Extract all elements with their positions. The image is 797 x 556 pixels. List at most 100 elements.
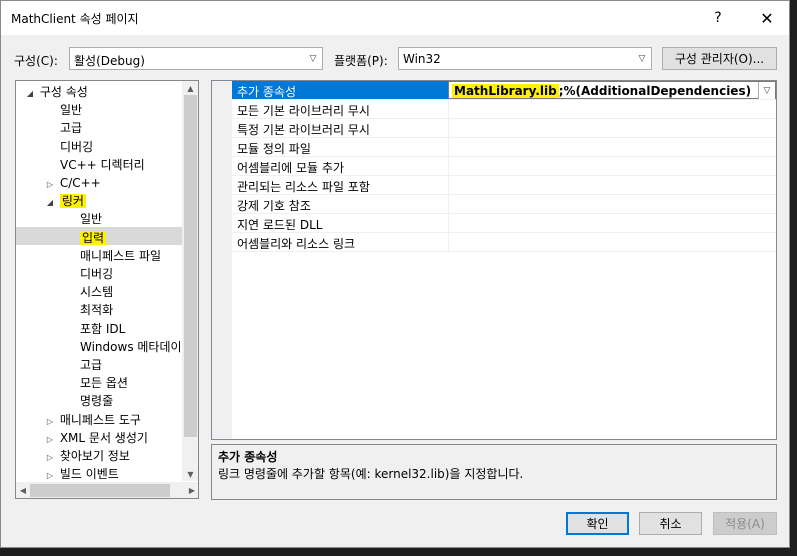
tree-item[interactable]: 모든 옵션 [80, 374, 128, 392]
property-value-cell[interactable] [448, 214, 776, 232]
expanded-arrow-icon[interactable]: ◢ [44, 194, 56, 212]
property-value[interactable]: MathLibrary.lib ;%(AdditionalDependencies… [452, 84, 751, 98]
tree-item[interactable]: 포함 IDL [80, 320, 125, 338]
property-row[interactable]: 지연 로드된 DLL [232, 214, 776, 233]
property-name: 강제 기호 참조 [237, 199, 311, 213]
tree-item-label: XML 문서 생성기 [59, 430, 148, 445]
tree-item[interactable]: 고급 [60, 119, 82, 137]
property-name: 특정 기본 라이브러리 무시 [237, 123, 370, 137]
tree-item[interactable]: 디버깅 [60, 138, 93, 156]
title-bar: MathClient 속성 페이지 ? ✕ [1, 1, 789, 35]
property-grid: 추가 종속성 MathLibrary.lib ;%(AdditionalDepend… [211, 80, 777, 440]
property-value-cell[interactable]: MathLibrary.lib ;%(AdditionalDependencies… [448, 81, 776, 99]
scroll-left-icon[interactable]: ◀ [16, 482, 30, 498]
tree-item-label: 매니페스트 파일 [80, 248, 162, 263]
property-row[interactable]: 강제 기호 참조 [232, 195, 776, 214]
tree-item-label: 디버깅 [60, 139, 94, 154]
property-value-cell[interactable] [448, 138, 776, 156]
config-label: 구성(C): [14, 54, 58, 68]
tree-item-label: 시스템 [80, 285, 114, 300]
tree-item-label: 일반 [60, 103, 83, 118]
tree-item[interactable]: 디버깅 [80, 265, 113, 283]
tree-item[interactable]: ▷ C/C++ [44, 174, 101, 192]
property-value-cell[interactable] [448, 233, 776, 251]
chevron-down-icon[interactable]: ▽ [758, 82, 775, 99]
config-dropdown[interactable]: 활성(Debug) ▽ [69, 47, 323, 70]
grid-gutter [212, 81, 232, 439]
highlighted-value: MathLibrary.lib [452, 84, 559, 98]
config-manager-button[interactable]: 구성 관리자(O)... [662, 47, 777, 70]
tree-item[interactable]: 일반 [80, 210, 102, 228]
scroll-up-icon[interactable]: ▲ [182, 81, 198, 95]
property-row[interactable]: 모듈 정의 파일 [232, 138, 776, 157]
tree-item-label: 링커 [59, 194, 86, 209]
tree-item[interactable]: ▷ 빌드 이벤트 [44, 465, 119, 483]
expanded-arrow-icon[interactable]: ◢ [24, 85, 36, 103]
property-name: 추가 종속성 [237, 85, 297, 99]
tree-item[interactable]: ▷ 매니페스트 도구 [44, 411, 141, 429]
tree-item-label: 구성 속성 [39, 85, 88, 99]
property-row[interactable]: 추가 종속성 MathLibrary.lib ;%(AdditionalDepend… [232, 81, 776, 100]
tree-item[interactable]: ◢ 링커 [44, 192, 86, 210]
tree-item[interactable]: Windows 메타데이 [80, 338, 182, 356]
property-name: 모듈 정의 파일 [237, 142, 311, 156]
config-value: 활성(Debug) [74, 54, 145, 68]
tree-item[interactable]: 최적화 [80, 301, 113, 319]
config-tree: ◢ 구성 속성 일반 고급 디버깅 VC++ 디렉터리 ▷ C/C++ ◢ 링커 일반 입력 매니… [15, 80, 199, 499]
platform-dropdown[interactable]: Win32 ▽ [398, 47, 652, 70]
tree-item[interactable]: VC++ 디렉터리 [60, 156, 145, 174]
tree-item[interactable]: ▷ XML 문서 생성기 [44, 429, 148, 447]
tree-item-label: 빌드 이벤트 [59, 467, 119, 482]
tree-item-label: 일반 [80, 212, 103, 227]
tree-item-label: 고급 [80, 358, 103, 372]
platform-value: Win32 [403, 52, 441, 66]
tree-item-label: 명령줄 [80, 394, 114, 409]
property-value-cell[interactable] [448, 195, 776, 213]
tree-item[interactable]: ◢ 구성 속성 [24, 83, 88, 101]
ok-button[interactable]: 확인 [566, 512, 629, 535]
tree-item[interactable]: 입력 [80, 229, 107, 247]
property-row[interactable]: 어셈블리와 리소스 링크 [232, 233, 776, 252]
property-name: 모든 기본 라이브러리 무시 [237, 104, 370, 118]
property-value-cell[interactable] [448, 157, 776, 175]
close-button[interactable]: ✕ [745, 1, 789, 35]
property-row[interactable]: 관리되는 리소스 파일 포함 [232, 176, 776, 195]
window-title: MathClient 속성 페이지 [11, 12, 139, 26]
tree-item-label: 입력 [80, 230, 107, 245]
tree-item[interactable]: 시스템 [80, 283, 113, 301]
tree-item[interactable]: 매니페스트 파일 [80, 247, 161, 265]
tree-item-label: Windows 메타데이 [80, 339, 182, 354]
apply-button[interactable]: 적용(A) [713, 512, 777, 535]
help-button[interactable]: ? [696, 1, 740, 35]
scroll-thumb[interactable] [184, 95, 197, 437]
tree-item-label: 모든 옵션 [80, 376, 128, 391]
value-rest: ;%(AdditionalDependencies) [558, 84, 752, 98]
tree-item-label: 디버깅 [80, 267, 114, 281]
tree-item[interactable]: ▷ 찾아보기 정보 [44, 447, 130, 465]
tree-item-label: VC++ 디렉터리 [60, 157, 145, 172]
scroll-down-icon[interactable]: ▼ [182, 467, 198, 481]
tree-item-label: 고급 [60, 121, 83, 136]
property-row[interactable]: 어셈블리에 모듈 추가 [232, 157, 776, 176]
tree-item[interactable]: 고급 [80, 356, 102, 374]
property-row[interactable]: 특정 기본 라이브러리 무시 [232, 119, 776, 138]
property-value-cell[interactable] [448, 100, 776, 118]
tree-item-label: C/C++ [59, 176, 101, 190]
property-name: 어셈블리와 리소스 링크 [237, 237, 356, 251]
tree-item-label: 최적화 [80, 303, 114, 318]
tree-item-label: 포함 IDL [80, 321, 126, 336]
property-value-cell[interactable] [448, 176, 776, 194]
chevron-down-icon: ▽ [638, 53, 646, 64]
tree-vscrollbar[interactable]: ▲ ▼ [182, 81, 198, 481]
cancel-button[interactable]: 취소 [639, 512, 702, 535]
tree-item[interactable]: 명령줄 [80, 392, 113, 410]
property-row[interactable]: 모든 기본 라이브러리 무시 [232, 100, 776, 119]
property-value-cell[interactable] [448, 119, 776, 137]
scroll-thumb[interactable] [30, 484, 170, 497]
tree-item-label: 매니페스트 도구 [59, 412, 141, 427]
tree-item[interactable]: 일반 [60, 101, 82, 119]
scroll-right-icon[interactable]: ▶ [185, 482, 198, 498]
tree-hscrollbar[interactable]: ◀ ▶ [16, 482, 198, 498]
description-title: 추가 종속성 [218, 450, 278, 464]
chevron-down-icon: ▽ [309, 53, 317, 64]
